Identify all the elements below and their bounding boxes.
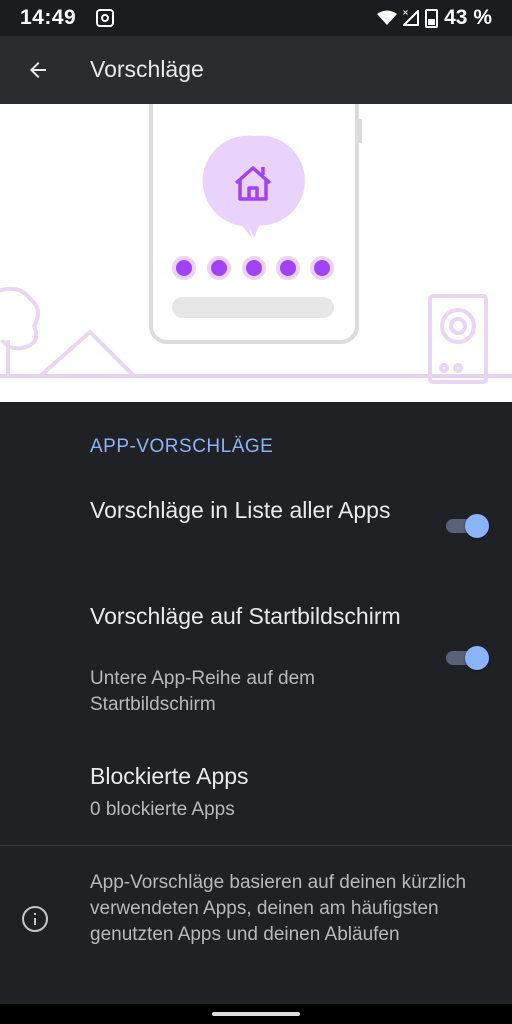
setting-summary: 0 blockierte Apps: [90, 799, 235, 820]
roof-graphic: [38, 329, 136, 378]
info-icon: [22, 906, 48, 932]
setting-title: Blockierte Apps: [90, 763, 249, 789]
toggle-thumb: [465, 514, 489, 538]
navigation-bar: [0, 1004, 512, 1024]
speaker-graphic: [428, 294, 488, 384]
search-bar-graphic: [172, 297, 334, 318]
arrow-left-icon: [30, 62, 46, 78]
setting-blocked-apps[interactable]: Blockierte Apps 0 blockierte Apps: [0, 756, 512, 832]
signal-icon: [403, 10, 420, 26]
setting-summary: Untere App-Reihe auf dem Startbildschirm: [90, 668, 315, 715]
info-footer-text: App-Vorschläge basieren auf deinen kürzl…: [90, 872, 467, 945]
setting-suggestions-home-screen[interactable]: Vorschläge auf Startbildschirm Untere Ap…: [0, 596, 512, 726]
gesture-handle[interactable]: [212, 1012, 300, 1016]
all-apps-suggestions-toggle[interactable]: [446, 514, 489, 538]
status-time: 14:49: [20, 6, 77, 29]
wifi-icon: [377, 10, 398, 25]
section-header: APP-VORSCHLÄGE: [90, 436, 274, 457]
setting-title: Vorschläge in Liste aller Apps: [90, 497, 391, 523]
setting-suggestions-all-apps[interactable]: Vorschläge in Liste aller Apps: [0, 490, 512, 570]
home-screen-suggestions-toggle[interactable]: [446, 646, 489, 670]
phone-graphic: [149, 104, 362, 344]
header-illustration: [0, 104, 512, 402]
status-bar: 14:49 43 %: [0, 0, 512, 36]
battery-icon: [425, 8, 439, 28]
suggestions-illustration: [0, 104, 512, 384]
instagram-icon: [96, 9, 114, 27]
page-title: Vorschläge: [90, 56, 204, 82]
tree-graphic: [0, 286, 41, 376]
battery-percentage: 43 %: [444, 6, 492, 29]
status-icons: 43 %: [377, 6, 492, 30]
app-bar: Vorschläge: [0, 36, 512, 104]
toggle-thumb: [465, 646, 489, 670]
back-button[interactable]: [18, 50, 58, 90]
divider: [0, 845, 512, 846]
setting-title: Vorschläge auf Startbildschirm: [90, 603, 401, 629]
